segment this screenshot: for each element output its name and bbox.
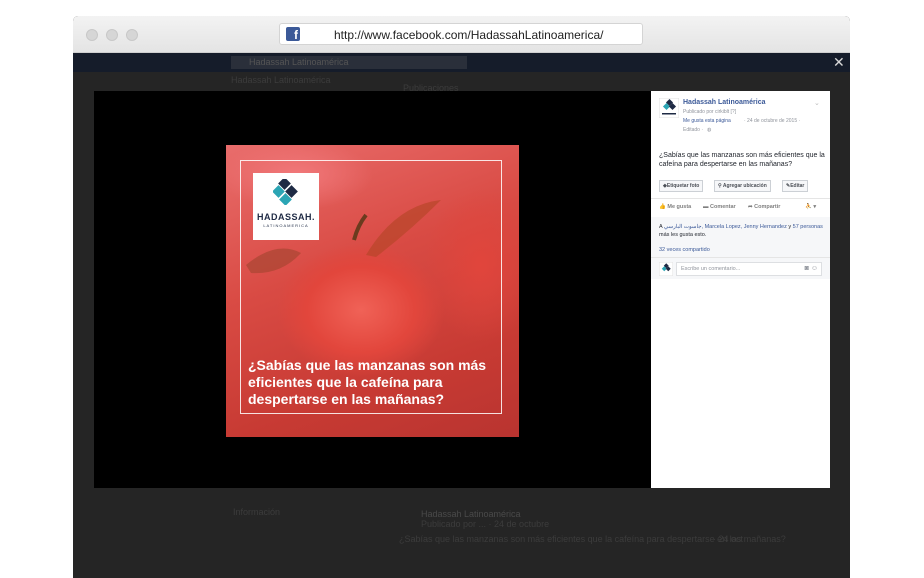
divider bbox=[651, 198, 830, 199]
tag-photo-label: Etiquetar foto bbox=[666, 183, 700, 189]
other-likers-link[interactable]: 57 personas bbox=[793, 224, 823, 230]
background-left-text: Hadassah Latinoamérica bbox=[231, 75, 331, 85]
hadassah-logo-icon bbox=[273, 179, 298, 205]
background-post-author: Hadassah Latinoamérica bbox=[421, 509, 521, 519]
window-close-dot[interactable] bbox=[86, 29, 98, 41]
post-side-panel: Hadassah Latinoamérica ⌄ Publicado por c… bbox=[651, 91, 830, 488]
add-location-button[interactable]: ⚲ Agregar ubicación bbox=[714, 180, 771, 192]
camera-icon[interactable]: ◙ ☺ bbox=[805, 265, 818, 272]
url-text: http://www.facebook.com/HadassahLatinoam… bbox=[334, 28, 604, 42]
post-text: ¿Sabías que las manzanas son más eficien… bbox=[659, 152, 825, 168]
logo-wordmark: HADASSAH. bbox=[256, 212, 315, 222]
social-summary: A جاسوت البارسي, Marcela Lopez, Jenny He… bbox=[651, 217, 830, 257]
hadassah-logo: HADASSAH. LATINOAMERICA bbox=[253, 173, 319, 240]
comment-placeholder: Escribe un comentario... bbox=[681, 266, 741, 272]
photo-viewer[interactable]: HADASSAH. LATINOAMERICA ¿Sabías que las … bbox=[94, 91, 651, 488]
shares-link[interactable]: 32 veces compartido bbox=[659, 247, 710, 253]
share-link[interactable]: ➦ Compartir bbox=[748, 204, 780, 210]
browser-window: f http://www.facebook.com/HadassahLatino… bbox=[73, 16, 850, 578]
facebook-topbar: Hadassah Latinoamérica ✕ bbox=[73, 53, 850, 72]
tag-photo-button[interactable]: ◆Etiquetar foto bbox=[659, 180, 704, 192]
likers-links[interactable]: جاسوت البارسي, Marcela Lopez, Jenny Hern… bbox=[664, 224, 787, 230]
caret-down-icon: ▾ bbox=[811, 204, 817, 210]
like-label: Me gusta bbox=[667, 204, 692, 210]
photo-caption: ¿Sabías que las manzanas son más eficien… bbox=[248, 357, 487, 407]
background-left-footer: Información bbox=[233, 507, 281, 517]
globe-icon: ◍ bbox=[707, 127, 712, 133]
browser-titlebar: f http://www.facebook.com/HadassahLatino… bbox=[73, 16, 850, 53]
comment-composer: Escribe un comentario... ◙ ☺ bbox=[651, 257, 830, 279]
address-bar[interactable]: f http://www.facebook.com/HadassahLatino… bbox=[279, 23, 643, 45]
edit-label: Editar bbox=[790, 183, 805, 189]
published-by: Publicado por cirkiblt [?] bbox=[683, 109, 737, 115]
post-photo[interactable]: HADASSAH. LATINOAMERICA ¿Sabías que las … bbox=[226, 145, 519, 437]
reaction-links: 👍 Me gusta ▬ Comentar ➦ Compartir ⛹ ▾ bbox=[659, 204, 825, 214]
post-date[interactable]: · 24 de octubre de 2015 · bbox=[744, 118, 800, 124]
facebook-favicon-icon: f bbox=[286, 27, 300, 42]
likes-suffix: más les gusta esto. bbox=[659, 232, 707, 238]
page-avatar[interactable] bbox=[659, 98, 679, 118]
likes-summary: A جاسوت البارسي, Marcela Lopez, Jenny He… bbox=[659, 223, 825, 239]
comment-input[interactable]: Escribe un comentario... ◙ ☺ bbox=[676, 262, 822, 276]
logo-subtitle: LATINOAMERICA bbox=[263, 223, 309, 228]
facebook-page-dimmed: Hadassah Latinoamérica ✕ Hadassah Latino… bbox=[73, 53, 850, 578]
share-label: Compartir bbox=[754, 204, 781, 210]
background-post-date: · 24 oct bbox=[713, 534, 744, 544]
edit-button[interactable]: ✎Editar bbox=[782, 180, 809, 192]
background-search-box: Hadassah Latinoamérica bbox=[231, 56, 467, 69]
background-post-meta: Publicado por ... · 24 de octubre bbox=[421, 519, 550, 529]
post-author-link[interactable]: Hadassah Latinoamérica bbox=[683, 99, 765, 106]
background-search-text: Hadassah Latinoamérica bbox=[249, 57, 349, 67]
window-minimize-dot[interactable] bbox=[106, 29, 118, 41]
post-as-selector[interactable]: ⛹ ▾ bbox=[805, 204, 816, 210]
comment-icon: ▬ bbox=[703, 204, 711, 210]
comment-link[interactable]: ▬ Comentar bbox=[703, 204, 736, 210]
close-icon[interactable]: ✕ bbox=[833, 53, 845, 71]
commenter-avatar bbox=[659, 262, 673, 276]
like-link[interactable]: 👍 Me gusta bbox=[659, 204, 691, 210]
edited-label[interactable]: Editado · bbox=[683, 127, 703, 133]
person-icon: ⛹ bbox=[805, 204, 812, 210]
window-zoom-dot[interactable] bbox=[126, 29, 138, 41]
comment-label: Comentar bbox=[710, 204, 736, 210]
chevron-down-icon[interactable]: ⌄ bbox=[814, 99, 820, 107]
add-location-label: Agregar ubicación bbox=[722, 183, 767, 189]
like-page-link[interactable]: Me gusta esta página bbox=[683, 118, 731, 124]
